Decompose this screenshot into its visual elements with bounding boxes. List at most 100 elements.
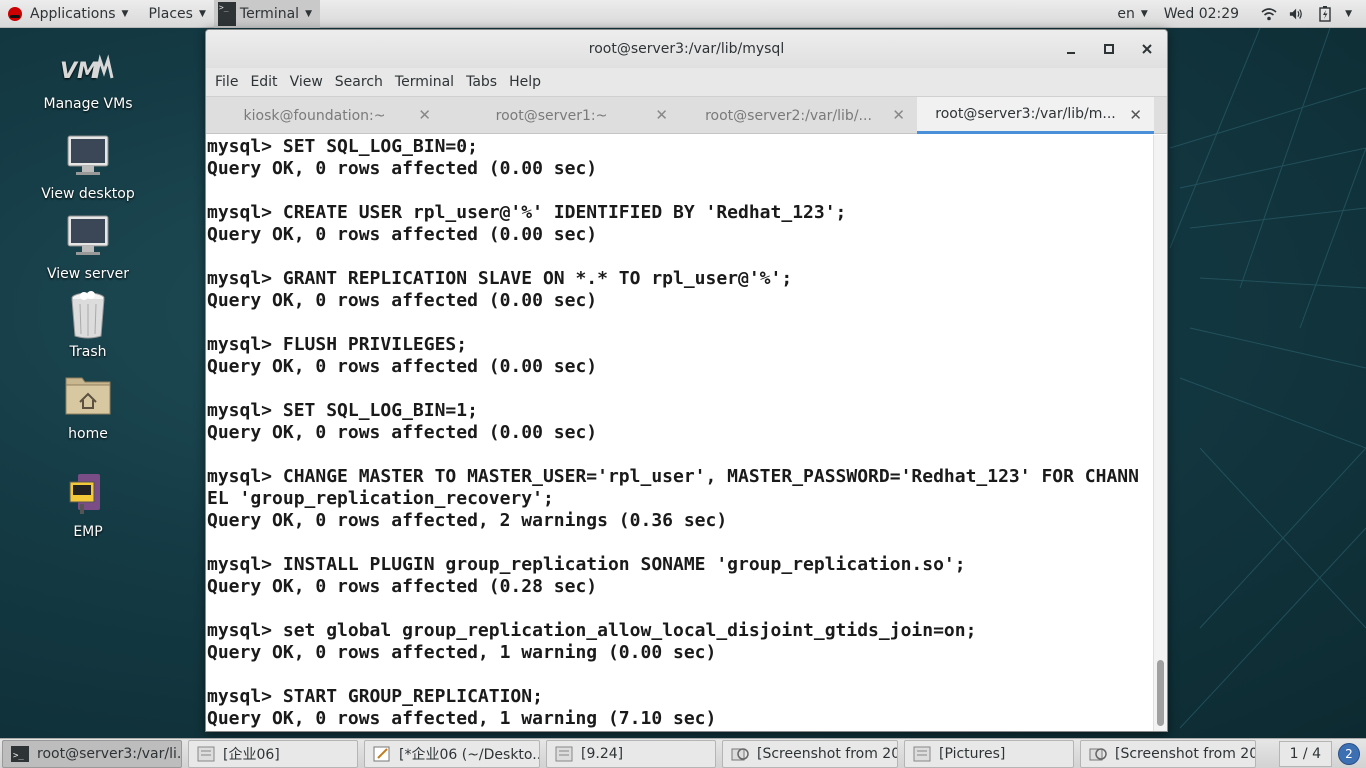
menubar: File Edit View Search Terminal Tabs Help [206, 68, 1167, 97]
menu-file[interactable]: File [210, 74, 243, 90]
clock-label: Wed 02:29 [1163, 5, 1240, 22]
desktop-icon-view-desktop[interactable]: View desktop [28, 132, 148, 202]
menu-terminal[interactable]: Terminal [390, 74, 459, 90]
desktop-icon-view-server[interactable]: View server [28, 212, 148, 282]
screenshot-icon [731, 746, 749, 762]
close-button[interactable] [1129, 30, 1165, 68]
menu-search[interactable]: Search [330, 74, 388, 90]
desktop-icon-label: EMP [73, 524, 103, 540]
scrollbar-thumb[interactable] [1157, 660, 1164, 726]
chevron-down-icon: ▼ [1140, 8, 1148, 19]
tab-kiosk-foundation[interactable]: kiosk@foundation:~ ✕ [206, 97, 443, 134]
close-icon[interactable]: ✕ [892, 106, 905, 124]
task-label: [*企业06 (~/Deskto... [399, 746, 540, 763]
terminal-app-menu[interactable]: >_ Terminal ▼ [213, 0, 320, 28]
task-label: root@server3:/var/li... [37, 745, 182, 762]
task-terminal[interactable]: >_ root@server3:/var/li... [2, 739, 182, 768]
clock[interactable]: Wed 02:29 [1156, 0, 1247, 28]
terminal-line: mysql> CREATE USER rpl_user@'%' IDENTIFI… [207, 202, 847, 223]
terminal-icon: >_ [217, 1, 236, 26]
desktop-icon-label: Trash [69, 344, 107, 360]
terminal-icon: >_ [11, 745, 29, 762]
task-text-editor[interactable]: [*企业06 (~/Deskto... [364, 739, 540, 768]
monitor-icon [64, 212, 112, 260]
terminal-line: Query OK, 0 rows affected (0.00 sec) [207, 422, 598, 443]
minimize-button[interactable] [1053, 30, 1089, 68]
desktop-icon-emp[interactable]: EMP [28, 470, 148, 540]
places-label: Places [148, 5, 193, 22]
terminal-line: Query OK, 0 rows affected (0.28 sec) [207, 576, 598, 597]
language-label: en [1117, 5, 1135, 22]
terminal-line: Query OK, 0 rows affected (0.00 sec) [207, 224, 598, 245]
maximize-button[interactable] [1091, 30, 1127, 68]
places-menu[interactable]: Places ▼ [140, 0, 213, 28]
chevron-down-icon: ▼ [198, 8, 206, 19]
menu-view[interactable]: View [285, 74, 328, 90]
tab-bar: kiosk@foundation:~ ✕ root@server1:~ ✕ ro… [206, 97, 1167, 134]
terminal-line: Query OK, 0 rows affected, 2 warnings (0… [207, 510, 728, 531]
desktop-icon-manage-vms[interactable]: VM Manage VMs [28, 50, 148, 112]
applications-label: Applications [30, 5, 116, 22]
task-folder-9-24[interactable]: [9.24] [546, 739, 716, 768]
terminal-line: mysql> INSTALL PLUGIN group_replication … [207, 554, 966, 575]
volume-icon [1289, 6, 1305, 22]
battery-icon [1317, 5, 1333, 22]
terminal-line: mysql> START GROUP_REPLICATION; [207, 686, 543, 707]
task-folder-qiye06[interactable]: [企业06] [188, 739, 358, 768]
maximize-icon [1104, 44, 1114, 54]
menu-edit[interactable]: Edit [245, 74, 282, 90]
desktop-icon-trash[interactable]: Trash [28, 290, 148, 360]
terminal-line: mysql> CHANGE MASTER TO MASTER_USER='rpl… [207, 466, 1139, 487]
terminal-line: mysql> SET SQL_LOG_BIN=0; [207, 136, 478, 157]
notification-badge[interactable]: 2 [1338, 742, 1360, 765]
window-titlebar[interactable]: root@server3:/var/lib/mysql [206, 30, 1167, 68]
tab-label: kiosk@foundation:~ [243, 107, 386, 124]
top-panel: Applications ▼ Places ▼ >_ Terminal ▼ en… [0, 0, 1366, 28]
task-screenshot-2[interactable]: [Screenshot from 20... [1080, 739, 1256, 768]
file-manager-icon [197, 746, 215, 762]
close-icon[interactable]: ✕ [1129, 106, 1142, 124]
terminal-line: mysql> GRANT REPLICATION SLAVE ON *.* TO… [207, 268, 793, 289]
tab-root-server2[interactable]: root@server2:/var/lib/... ✕ [680, 97, 917, 134]
wifi-icon [1261, 6, 1277, 22]
terminal-window: root@server3:/var/lib/mysql File Edit Vi… [205, 29, 1168, 732]
language-selector[interactable]: en ▼ [1109, 0, 1155, 28]
desktop-icon-label: Manage VMs [43, 96, 133, 112]
terminal-output[interactable]: mysql> SET SQL_LOG_BIN=0; Query OK, 0 row… [206, 135, 1154, 731]
system-menu[interactable]: ▼ [1247, 0, 1366, 28]
terminal-line: Query OK, 0 rows affected, 1 warning (7.… [207, 708, 717, 729]
task-folder-pictures[interactable]: [Pictures] [904, 739, 1074, 768]
vmm-icon: VM [60, 50, 114, 90]
minimize-icon [1067, 52, 1075, 54]
menu-tabs[interactable]: Tabs [461, 74, 502, 90]
terminal-line: Query OK, 0 rows affected (0.00 sec) [207, 356, 598, 377]
terminal-line: mysql> set global group_replication_allo… [207, 620, 977, 641]
terminal-line: Query OK, 0 rows affected (0.00 sec) [207, 158, 598, 179]
scrollbar[interactable] [1153, 135, 1167, 731]
terminal-line: mysql> FLUSH PRIVILEGES; [207, 334, 468, 355]
monitor-icon [64, 132, 112, 180]
tab-root-server3[interactable]: root@server3:/var/lib/m... ✕ [917, 97, 1154, 134]
close-icon[interactable]: ✕ [655, 106, 668, 124]
desktop-icon-home[interactable]: home [28, 372, 148, 442]
task-label: [Pictures] [939, 745, 1006, 762]
text-editor-icon [373, 746, 391, 762]
workspace-switcher[interactable]: 1 / 4 [1278, 740, 1332, 767]
desktop-icon-label: home [68, 426, 108, 442]
task-label: [Screenshot from 20... [1115, 745, 1256, 762]
task-label: [9.24] [581, 745, 624, 762]
task-screenshot-1[interactable]: [Screenshot from 20... [722, 739, 898, 768]
applications-menu[interactable]: Applications ▼ [0, 0, 136, 28]
task-label: [Screenshot from 20... [757, 745, 898, 762]
trash-icon [64, 290, 112, 339]
close-icon[interactable]: ✕ [418, 106, 431, 124]
menu-help[interactable]: Help [504, 74, 546, 90]
tab-root-server1[interactable]: root@server1:~ ✕ [443, 97, 680, 134]
terminal-line: Query OK, 0 rows affected (0.00 sec) [207, 290, 598, 311]
